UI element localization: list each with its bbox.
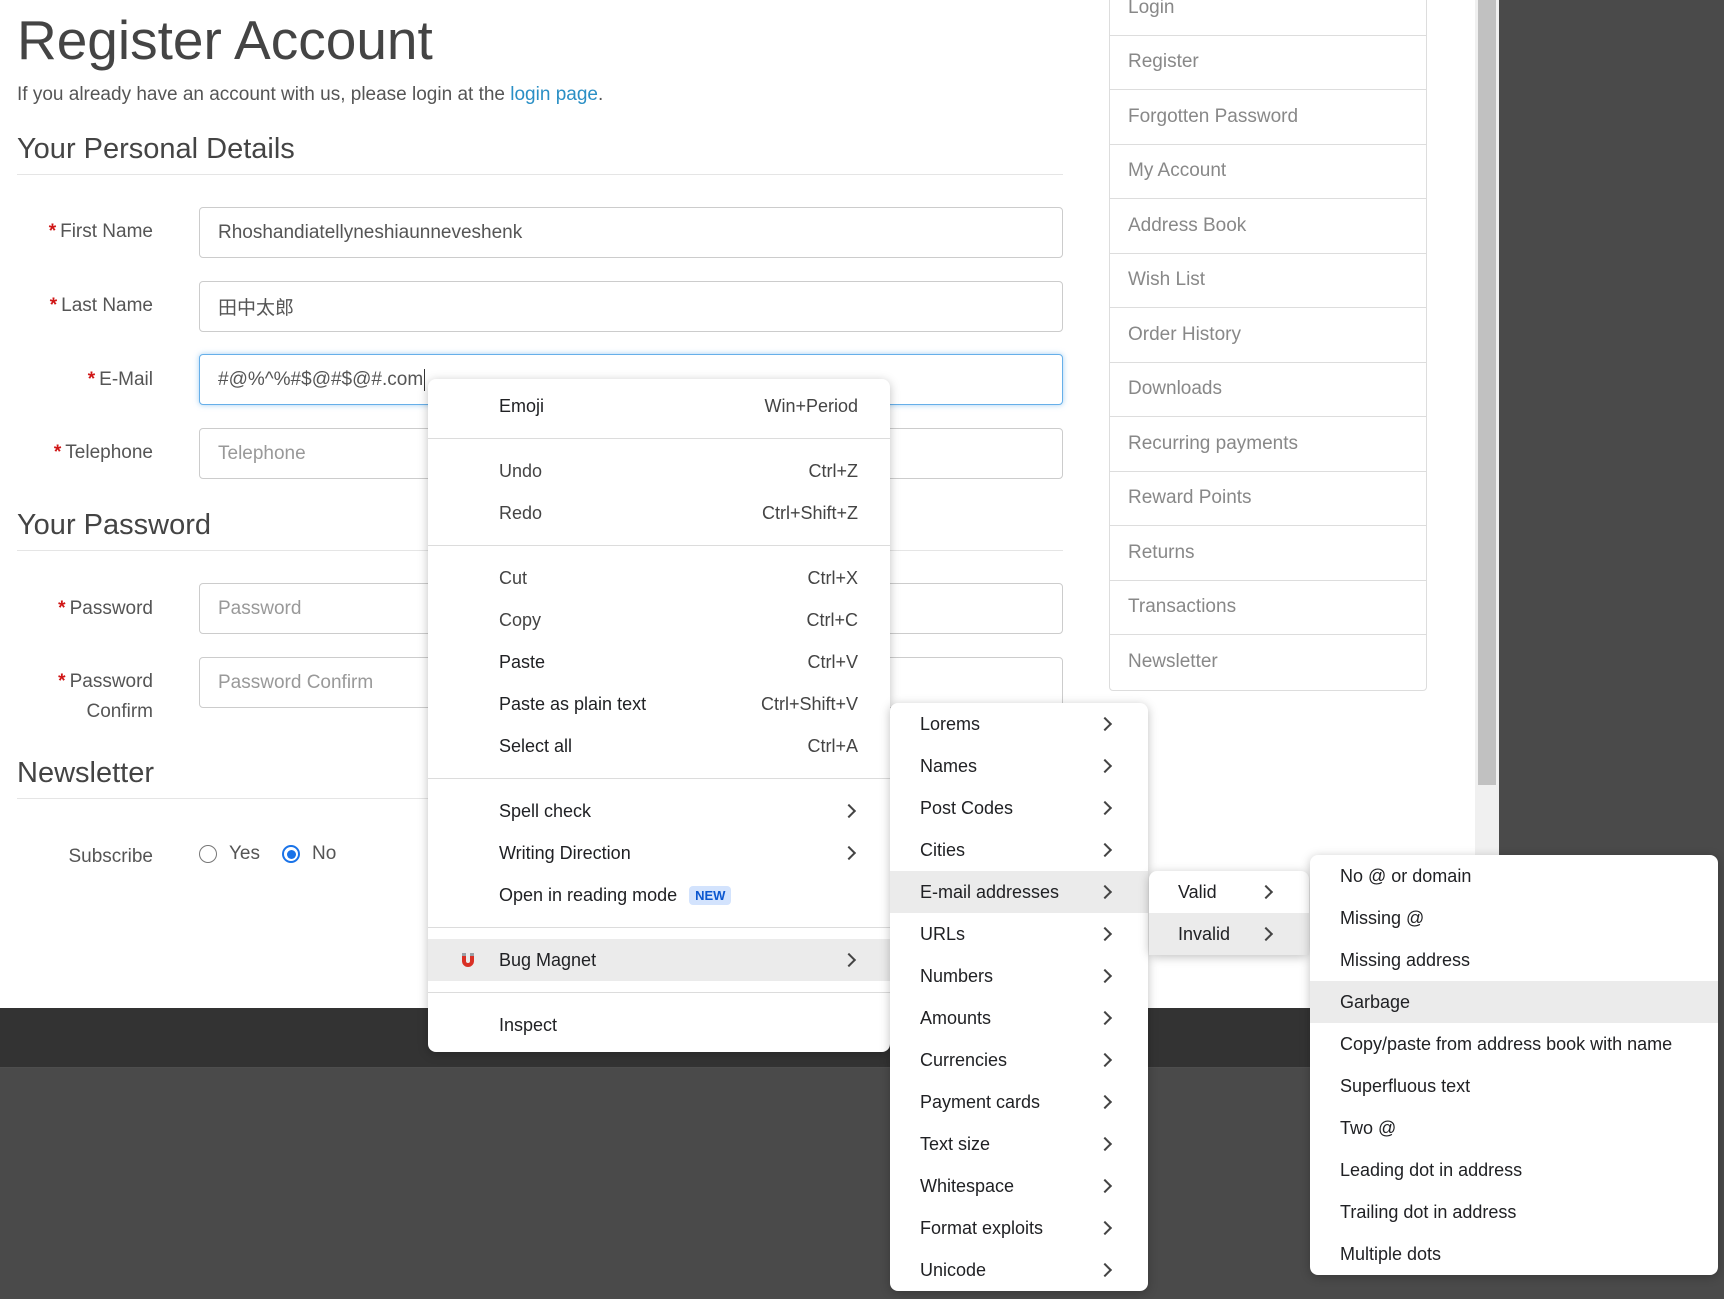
subscribe-radio-group: Yes No (199, 843, 336, 865)
personal-details-legend: Your Personal Details (17, 133, 1063, 175)
sidebar-item-wish-list[interactable]: Wish List (1110, 254, 1426, 308)
bug-magnet-item-names[interactable]: Names (890, 745, 1148, 787)
menu-item-paste[interactable]: Paste Ctrl+V (428, 641, 890, 683)
chevron-right-icon (1097, 884, 1113, 900)
menu-item-copy[interactable]: Copy Ctrl+C (428, 599, 890, 641)
first-name-input[interactable]: Rhoshandiatellyneshiaunneveshenk (199, 207, 1063, 258)
bug-magnet-item-text-size[interactable]: Text size (890, 1123, 1148, 1165)
chevron-right-icon (1258, 926, 1274, 942)
login-page-link[interactable]: login page (510, 84, 598, 105)
chevron-right-icon (1258, 884, 1274, 900)
sidebar-item-register[interactable]: Register (1110, 36, 1426, 90)
menu-item-bug-magnet[interactable]: Bug Magnet (428, 939, 890, 981)
text-caret (424, 368, 426, 391)
email-submenu: Valid Invalid (1149, 871, 1309, 955)
bug-magnet-item-e-mail-addresses[interactable]: E-mail addresses (890, 871, 1148, 913)
sidebar-item-order-history[interactable]: Order History (1110, 308, 1426, 363)
sidebar-item-returns[interactable]: Returns (1110, 526, 1426, 581)
invalid-email-item-missing[interactable]: Missing @ (1310, 897, 1718, 939)
sidebar-item-recurring-payments[interactable]: Recurring payments (1110, 417, 1426, 472)
chevron-right-icon (1097, 800, 1113, 816)
page-title: Register Account (17, 9, 433, 71)
scrollbar-thumb[interactable] (1478, 0, 1496, 785)
chevron-right-icon (841, 803, 857, 819)
bug-magnet-item-lorems[interactable]: Lorems (890, 703, 1148, 745)
chevron-right-icon (1097, 716, 1113, 732)
email-item-valid[interactable]: Valid (1149, 871, 1309, 913)
menu-item-redo[interactable]: Redo Ctrl+Shift+Z (428, 492, 890, 534)
sidebar-item-my-account[interactable]: My Account (1110, 145, 1426, 199)
chevron-right-icon (1097, 842, 1113, 858)
menu-item-emoji[interactable]: Emoji Win+Period (428, 385, 890, 427)
menu-item-reading-mode[interactable]: Open in reading mode NEW (428, 874, 890, 916)
subscribe-yes-radio[interactable] (199, 845, 217, 863)
invalid-email-item-multiple-dots[interactable]: Multiple dots (1310, 1233, 1718, 1275)
bug-magnet-item-currencies[interactable]: Currencies (890, 1039, 1148, 1081)
sidebar-item-address-book[interactable]: Address Book (1110, 199, 1426, 254)
password-label: * Password (58, 598, 153, 619)
bug-magnet-item-cities[interactable]: Cities (890, 829, 1148, 871)
bug-magnet-submenu: Lorems Names Post Codes Cities E-mail addres… (890, 703, 1148, 1291)
bug-magnet-item-unicode[interactable]: Unicode (890, 1249, 1148, 1291)
menu-item-writing-direction[interactable]: Writing Direction (428, 832, 890, 874)
email-label: * E-Mail (87, 369, 153, 390)
last-name-input[interactable]: 田中太郎 (199, 281, 1063, 332)
sidebar-item-newsletter[interactable]: Newsletter (1110, 635, 1426, 690)
invalid-email-item-garbage[interactable]: Garbage (1310, 981, 1718, 1023)
chevron-right-icon (1097, 1136, 1113, 1152)
menu-item-paste-plain[interactable]: Paste as plain text Ctrl+Shift+V (428, 683, 890, 725)
invalid-email-item-two[interactable]: Two @ (1310, 1107, 1718, 1149)
bug-magnet-item-urls[interactable]: URLs (890, 913, 1148, 955)
menu-item-select-all[interactable]: Select all Ctrl+A (428, 725, 890, 767)
menu-item-undo[interactable]: Undo Ctrl+Z (428, 450, 890, 492)
menu-item-spell-check[interactable]: Spell check (428, 790, 890, 832)
account-sidebar: Login Register Forgotten Password My Accoun… (1109, 0, 1427, 691)
invalid-email-item-superfluous-text[interactable]: Superfluous text (1310, 1065, 1718, 1107)
sidebar-item-forgotten-password[interactable]: Forgotten Password (1110, 90, 1426, 145)
subscribe-no-radio[interactable] (282, 845, 300, 863)
bug-magnet-item-whitespace[interactable]: Whitespace (890, 1165, 1148, 1207)
chevron-right-icon (1097, 1262, 1113, 1278)
chevron-right-icon (1097, 926, 1113, 942)
invalid-email-submenu: No @ or domain Missing @ Missing address Ga… (1310, 855, 1718, 1275)
invalid-email-item-no-or-domain[interactable]: No @ or domain (1310, 855, 1718, 897)
bug-magnet-item-format-exploits[interactable]: Format exploits (890, 1207, 1148, 1249)
first-name-label: * First Name (48, 221, 153, 242)
menu-item-inspect[interactable]: Inspect (428, 1004, 890, 1046)
new-badge: NEW (689, 885, 732, 905)
sidebar-item-downloads[interactable]: Downloads (1110, 363, 1426, 417)
bug-magnet-item-amounts[interactable]: Amounts (890, 997, 1148, 1039)
context-menu: Emoji Win+Period Undo Ctrl+Z Redo Ctrl+Shif… (428, 379, 890, 1052)
intro-text: If you already have an account with us, … (17, 84, 604, 105)
bug-magnet-item-payment-cards[interactable]: Payment cards (890, 1081, 1148, 1123)
chevron-right-icon (1097, 758, 1113, 774)
sidebar-item-login[interactable]: Login (1110, 0, 1426, 36)
subscribe-no-label: No (312, 843, 337, 864)
chevron-right-icon (1097, 1052, 1113, 1068)
magnet-icon (462, 953, 474, 967)
chevron-right-icon (1097, 968, 1113, 984)
invalid-email-item-missing-address[interactable]: Missing address (1310, 939, 1718, 981)
sidebar-item-transactions[interactable]: Transactions (1110, 581, 1426, 635)
subscribe-yes-label: Yes (229, 843, 260, 864)
last-name-label: * Last Name (49, 295, 153, 316)
invalid-email-item-leading-dot-in-address[interactable]: Leading dot in address (1310, 1149, 1718, 1191)
bug-magnet-item-numbers[interactable]: Numbers (890, 955, 1148, 997)
chevron-right-icon (841, 952, 857, 968)
sidebar-item-reward-points[interactable]: Reward Points (1110, 472, 1426, 526)
invalid-email-item-trailing-dot-in-address[interactable]: Trailing dot in address (1310, 1191, 1718, 1233)
window-background (1499, 0, 1724, 860)
telephone-label: * Telephone (53, 442, 153, 463)
chevron-right-icon (1097, 1178, 1113, 1194)
email-item-invalid[interactable]: Invalid (1149, 913, 1309, 955)
chevron-right-icon (1097, 1220, 1113, 1236)
chevron-right-icon (1097, 1010, 1113, 1026)
chevron-right-icon (1097, 1094, 1113, 1110)
invalid-email-item-copy-paste-from-address-book-with-name[interactable]: Copy/paste from address book with name (1310, 1023, 1718, 1065)
chevron-right-icon (841, 845, 857, 861)
password-confirm-label: * Password Confirm (58, 671, 153, 722)
bug-magnet-item-post-codes[interactable]: Post Codes (890, 787, 1148, 829)
menu-item-cut[interactable]: Cut Ctrl+X (428, 557, 890, 599)
subscribe-label: Subscribe (68, 846, 154, 867)
